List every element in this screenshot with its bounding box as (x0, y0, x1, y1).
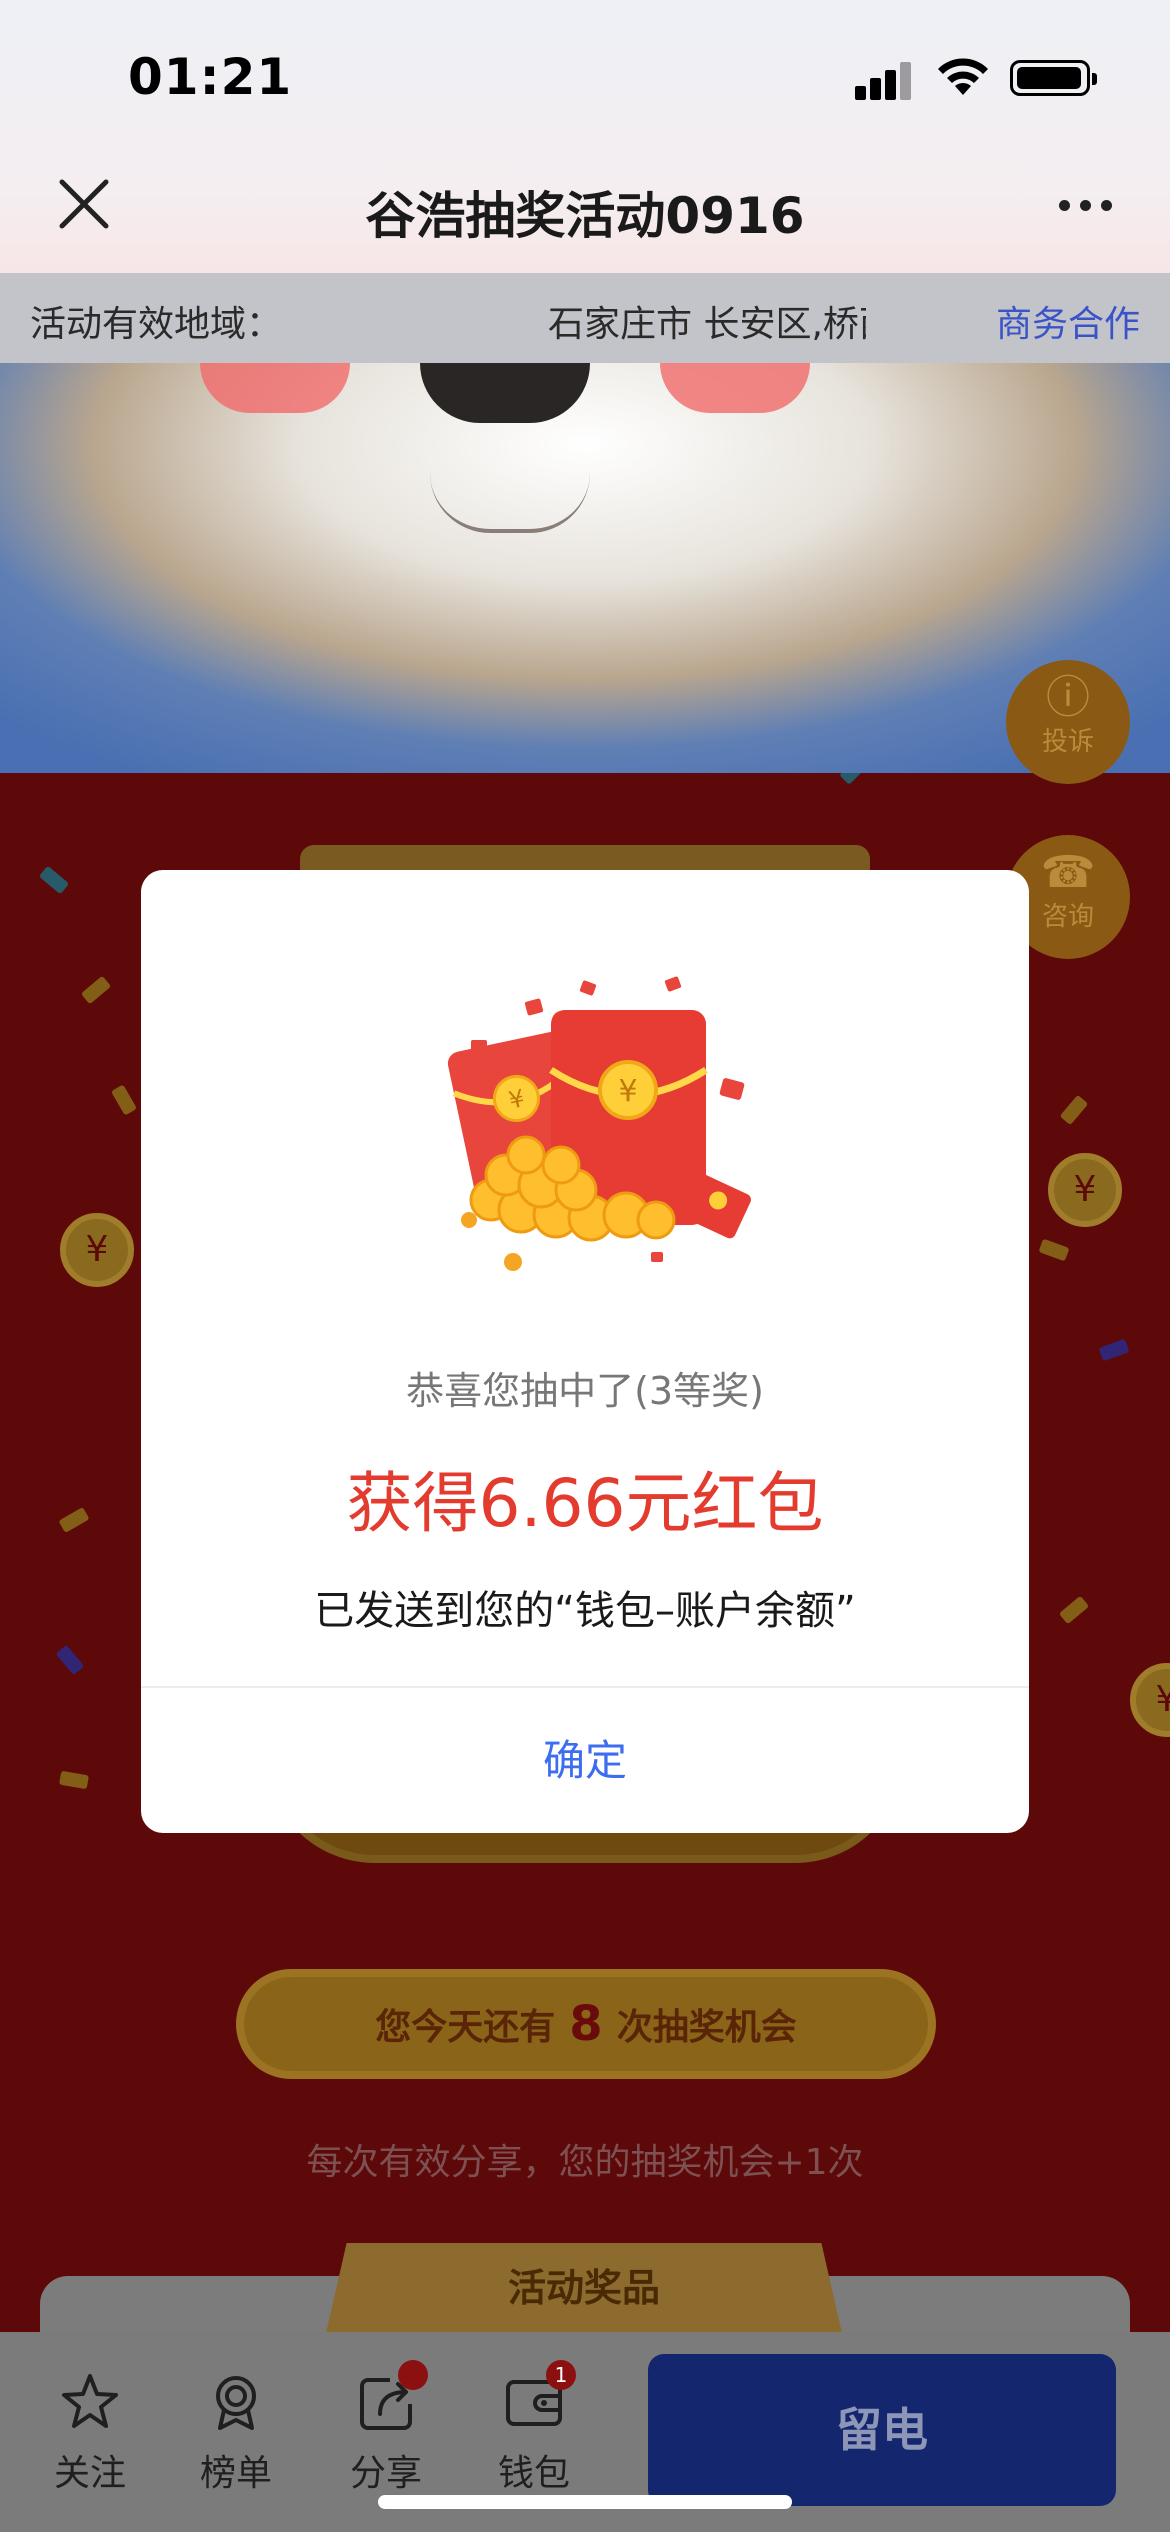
chances-count: 8 (569, 1996, 603, 2052)
region-value: 石家庄市 长安区,桥西区 (548, 304, 866, 345)
share-tip: 每次有效分享，您的抽奖机会+1次 (306, 2142, 864, 2183)
home-indicator (378, 2495, 792, 2509)
svg-text:¥: ¥ (618, 1074, 637, 1109)
header: 01:21 谷浩抽奖活动0916 (0, 0, 1170, 273)
tab-ranking[interactable]: 榜单 (176, 2370, 296, 2496)
complain-button[interactable]: ⓘ 投诉 (1006, 660, 1130, 784)
prize-amount: 获得6.66元红包 (346, 1465, 824, 1542)
confirm-button[interactable]: 确定 (141, 1688, 1029, 1833)
tab-wallet[interactable]: 1 钱包 (474, 2360, 594, 2496)
share-notification-dot (398, 2360, 428, 2390)
region-bar: 活动有效地域： 石家庄市 长安区,桥西区 商务合作 (0, 273, 1170, 363)
more-options-icon[interactable] (1050, 180, 1120, 230)
battery-icon (1010, 60, 1097, 96)
banner-image (0, 363, 1170, 773)
cellular-signal-icon (855, 60, 913, 100)
remaining-chances: 您今天还有 8 次抽奖机会 (236, 1969, 936, 2079)
prize-section-title: 活动奖品 (326, 2243, 842, 2333)
star-icon (62, 2374, 118, 2428)
red-envelope-icon: ¥ ¥ (447, 976, 751, 1271)
wifi-icon (938, 58, 988, 95)
coin-decoration-icon: ¥ (1048, 1153, 1122, 1227)
tab-wallet-label: 钱包 (497, 2453, 570, 2494)
tab-follow-label: 关注 (53, 2453, 126, 2494)
tab-follow[interactable]: 关注 (30, 2370, 150, 2496)
tab-ranking-label: 榜单 (199, 2453, 272, 2494)
leave-contact-button[interactable]: 留电 (648, 2354, 1116, 2506)
tab-share-label: 分享 (349, 2453, 422, 2494)
prize-result-dialog: ¥ ¥ 恭喜您抽中了(3等奖) 获得6.66元红包 已发送到您的“钱包–账户余额… (141, 870, 1029, 1833)
business-cooperation-link[interactable]: 商务合作 (996, 295, 1140, 347)
prize-subtitle: 恭喜您抽中了(3等奖) (406, 1369, 764, 1413)
chances-prefix: 您今天还有 (375, 2007, 556, 2048)
coin-decoration-icon: ¥ (60, 1213, 134, 1287)
wallet-badge: 1 (546, 2360, 576, 2390)
region-label: 活动有效地域： (30, 304, 283, 345)
status-time: 01:21 (128, 48, 293, 106)
chances-suffix: 次抽奖机会 (616, 2007, 797, 2048)
page-title: 谷浩抽奖活动0916 (365, 187, 805, 245)
medal-icon (216, 2376, 256, 2430)
tab-share[interactable]: 分享 (326, 2360, 446, 2496)
coin-decoration-icon: ¥ (1130, 1663, 1170, 1737)
prize-delivery-note: 已发送到您的“钱包–账户余额” (314, 1588, 856, 1634)
exclamation-icon: ⓘ (1046, 672, 1090, 723)
complain-label: 投诉 (1041, 727, 1094, 757)
